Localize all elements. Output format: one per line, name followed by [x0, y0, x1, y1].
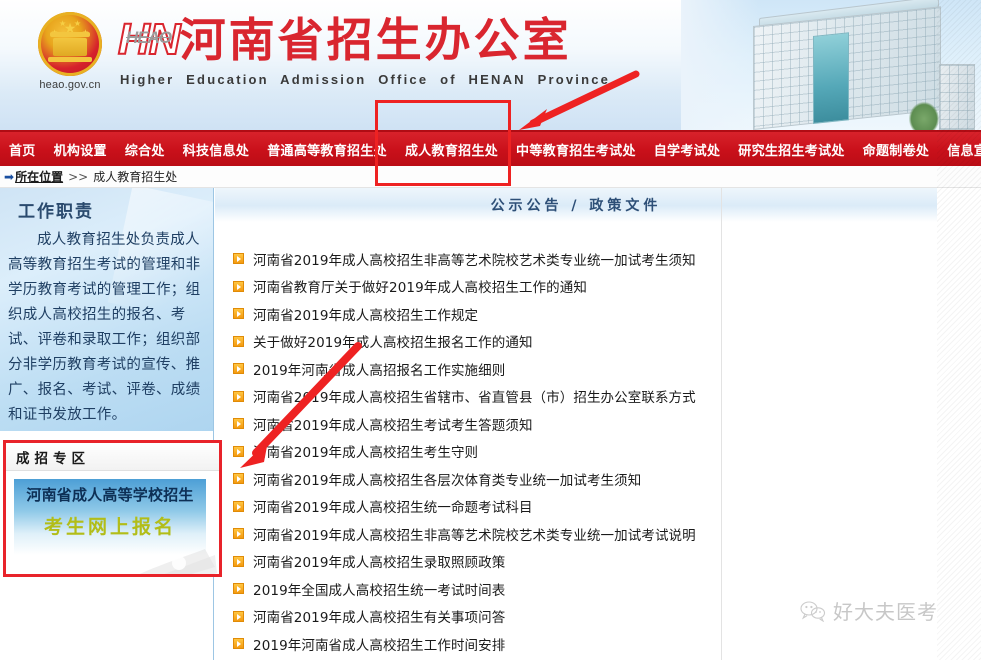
orange-arrow-bullet-icon	[233, 528, 244, 540]
china-national-emblem-icon: ★ ★ ★ ★ ★	[38, 12, 102, 76]
list-item[interactable]: 河南省2019年成人高校招生统一命题考试科目	[233, 493, 937, 521]
list-item-label: 河南省2019年成人高校招生非高等艺术院校艺术类专业统一加试考试说明	[253, 527, 696, 544]
nav-item-home[interactable]: 首页	[0, 140, 45, 159]
building-side-tower	[939, 64, 975, 130]
nav-item-self-study-exam[interactable]: 自学考试处	[645, 140, 730, 159]
nav-item-adult-education[interactable]: 成人教育招生处	[396, 140, 507, 159]
breadcrumb-separator: >>	[68, 169, 89, 184]
orange-arrow-bullet-icon	[233, 308, 244, 320]
site-url-label: heao.gov.cn	[39, 79, 101, 91]
duty-panel-title: 工作职责	[18, 202, 94, 222]
orange-arrow-bullet-icon	[233, 583, 244, 595]
main-navigation: 首页 机构设置 综合处 科技信息处 普通高等教育招生处 成人教育招生处 中等教育…	[0, 130, 981, 166]
content-title-bar: 公示公告 / 政策文件	[215, 188, 937, 222]
content-title: 公示公告 / 政策文件	[490, 198, 662, 214]
site-header: ★ ★ ★ ★ ★ heao.gov.cn HN HEAO 河南省招生办公室 H…	[0, 0, 981, 130]
list-item[interactable]: 河南省2019年成人高校招生考生守则	[233, 438, 937, 466]
logo-heao-text: HEAO	[126, 28, 172, 47]
building-side-windows	[940, 65, 974, 129]
list-item-label: 河南省2019年成人高校招生统一命题考试科目	[253, 500, 533, 517]
list-item-label: 河南省2019年成人高校招生考生守则	[253, 445, 479, 462]
list-item[interactable]: 河南省2019年成人高校招生有关事项问答	[233, 603, 937, 631]
page-body: 工作职责 成人教育招生处负责成人高等教育招生考试的管理和非学历教育考试的管理工作…	[0, 188, 981, 660]
orange-arrow-bullet-icon	[233, 445, 244, 457]
list-item[interactable]: 河南省2019年成人高校招生工作规定	[233, 300, 937, 328]
list-item-label: 河南省教育厅关于做好2019年成人高校招生工作的通知	[253, 280, 587, 297]
nav-item-exam-paper[interactable]: 命题制卷处	[854, 140, 939, 159]
page-root: ★ ★ ★ ★ ★ heao.gov.cn HN HEAO 河南省招生办公室 H…	[0, 0, 981, 660]
emblem-star-3: ★	[73, 19, 81, 28]
list-item[interactable]: 2019年河南省成人高校招生工作时间安排	[233, 630, 937, 658]
list-item-label: 2019年河南省成人高校招生工作时间安排	[253, 637, 506, 654]
photo-fade-overlay	[681, 0, 759, 130]
list-item-label: 关于做好2019年成人高校招生报名工作的通知	[253, 335, 533, 352]
list-item-label: 2019年全国成人高校招生统一考试时间表	[253, 582, 506, 599]
nav-item-secondary-education[interactable]: 中等教育招生考试处	[507, 140, 645, 159]
banner-line-1: 河南省成人高等学校招生	[26, 486, 194, 504]
list-item[interactable]: 河南省2019年成人高校招生非高等艺术院校艺术类专业统一加试考试说明	[233, 520, 937, 548]
list-item-label: 河南省2019年成人高校招生工作规定	[253, 307, 479, 324]
orange-arrow-bullet-icon	[233, 335, 244, 347]
nav-item-info-center[interactable]: 信息宣传中心	[938, 140, 981, 159]
content-right-border	[721, 188, 722, 660]
orange-arrow-bullet-icon	[233, 363, 244, 375]
orange-arrow-bullet-icon	[233, 555, 244, 567]
header-building-photo	[681, 0, 981, 130]
duty-panel: 工作职责 成人教育招生处负责成人高等教育招生考试的管理和非学历教育考试的管理工作…	[0, 188, 214, 431]
nav-item-organization[interactable]: 机构设置	[45, 140, 116, 159]
news-list: 河南省2019年成人高校招生非高等艺术院校艺术类专业统一加试考生须知 河南省教育…	[215, 222, 937, 658]
orange-arrow-bullet-icon	[233, 418, 244, 430]
zone-panel-header: 成招专区	[6, 443, 219, 471]
list-item-label: 河南省2019年成人高校招生省辖市、省直管县（市）招生办公室联系方式	[253, 390, 696, 407]
list-item[interactable]: 关于做好2019年成人高校招生报名工作的通知	[233, 328, 937, 356]
emblem-tiananmen-gate	[48, 31, 92, 62]
tree-decoration	[909, 102, 939, 130]
list-item-label: 河南省2019年成人高校招生非高等艺术院校艺术类专业统一加试考生须知	[253, 252, 696, 269]
list-item[interactable]: 河南省2019年成人高校招生考试考生答题须知	[233, 410, 937, 438]
nav-item-general-office[interactable]: 综合处	[116, 140, 174, 159]
list-item[interactable]: 河南省2019年成人高校招生各层次体育类专业统一加试考生须知	[233, 465, 937, 493]
zone-panel-body[interactable]: 河南省成人高等学校招生 考生网上报名	[6, 471, 219, 574]
list-item[interactable]: 河南省2019年成人高校招生省辖市、省直管县（市）招生办公室联系方式	[233, 383, 937, 411]
orange-arrow-bullet-icon	[233, 610, 244, 622]
list-item-label: 河南省2019年成人高校招生有关事项问答	[253, 610, 506, 627]
main-content: 公示公告 / 政策文件 河南省2019年成人高校招生非高等艺术院校艺术类专业统一…	[215, 188, 937, 660]
list-item[interactable]: 河南省2019年成人高校招生录取照顾政策	[233, 548, 937, 576]
orange-arrow-bullet-icon	[233, 280, 244, 292]
orange-arrow-bullet-icon	[233, 253, 244, 265]
site-logo[interactable]: ★ ★ ★ ★ ★ heao.gov.cn	[22, 12, 118, 91]
header-title-block: HN HEAO 河南省招生办公室 Higher Education Admiss…	[117, 13, 611, 87]
right-arrow-icon: ➡	[4, 169, 15, 184]
orange-arrow-bullet-icon	[233, 473, 244, 485]
breadcrumb-current: 成人教育招生处	[93, 170, 178, 184]
list-item-label: 河南省2019年成人高校招生各层次体育类专业统一加试考生须知	[253, 472, 642, 489]
breadcrumb: ➡ 所在位置 >> 成人教育招生处	[0, 166, 981, 188]
site-title-cn: 河南省招生办公室	[179, 13, 572, 67]
orange-arrow-bullet-icon	[233, 390, 244, 402]
breadcrumb-label: 所在位置	[15, 170, 64, 184]
building-glass-facade	[813, 32, 849, 124]
list-item[interactable]: 2019年河南省成人高招报名工作实施细则	[233, 355, 937, 383]
orange-arrow-bullet-icon	[233, 638, 244, 650]
emblem-star-2: ★	[59, 19, 67, 28]
nav-item-graduate-exam[interactable]: 研究生招生考试处	[729, 140, 853, 159]
list-item[interactable]: 河南省教育厅关于做好2019年成人高校招生工作的通知	[233, 273, 937, 301]
banner-line-2: 考生网上报名	[43, 516, 176, 538]
site-title-en: Higher Education Admission Office of HEN…	[120, 72, 611, 87]
list-item-label: 2019年河南省成人高招报名工作实施细则	[253, 362, 506, 379]
list-item[interactable]: 2019年全国成人高校招生统一考试时间表	[233, 575, 937, 603]
adult-admission-zone-panel: 成招专区 河南省成人高等学校招生 考生网上报名	[3, 440, 222, 577]
sidebar-divider	[213, 188, 214, 660]
list-item[interactable]: 河南省2019年成人高校招生非高等艺术院校艺术类专业统一加试考生须知	[233, 245, 937, 273]
nav-item-general-higher-ed[interactable]: 普通高等教育招生处	[258, 140, 396, 159]
duty-panel-text: 成人教育招生处负责成人高等教育招生考试的管理和非学历教育考试的管理工作；组织成人…	[8, 232, 201, 423]
sidebar: 工作职责 成人教育招生处负责成人高等教育招生考试的管理和非学历教育考试的管理工作…	[0, 188, 214, 660]
orange-arrow-bullet-icon	[233, 500, 244, 512]
list-item-label: 河南省2019年成人高校招生录取照顾政策	[253, 555, 506, 572]
list-item-label: 河南省2019年成人高校招生考试考生答题须知	[253, 417, 533, 434]
nav-item-tech-info[interactable]: 科技信息处	[174, 140, 259, 159]
